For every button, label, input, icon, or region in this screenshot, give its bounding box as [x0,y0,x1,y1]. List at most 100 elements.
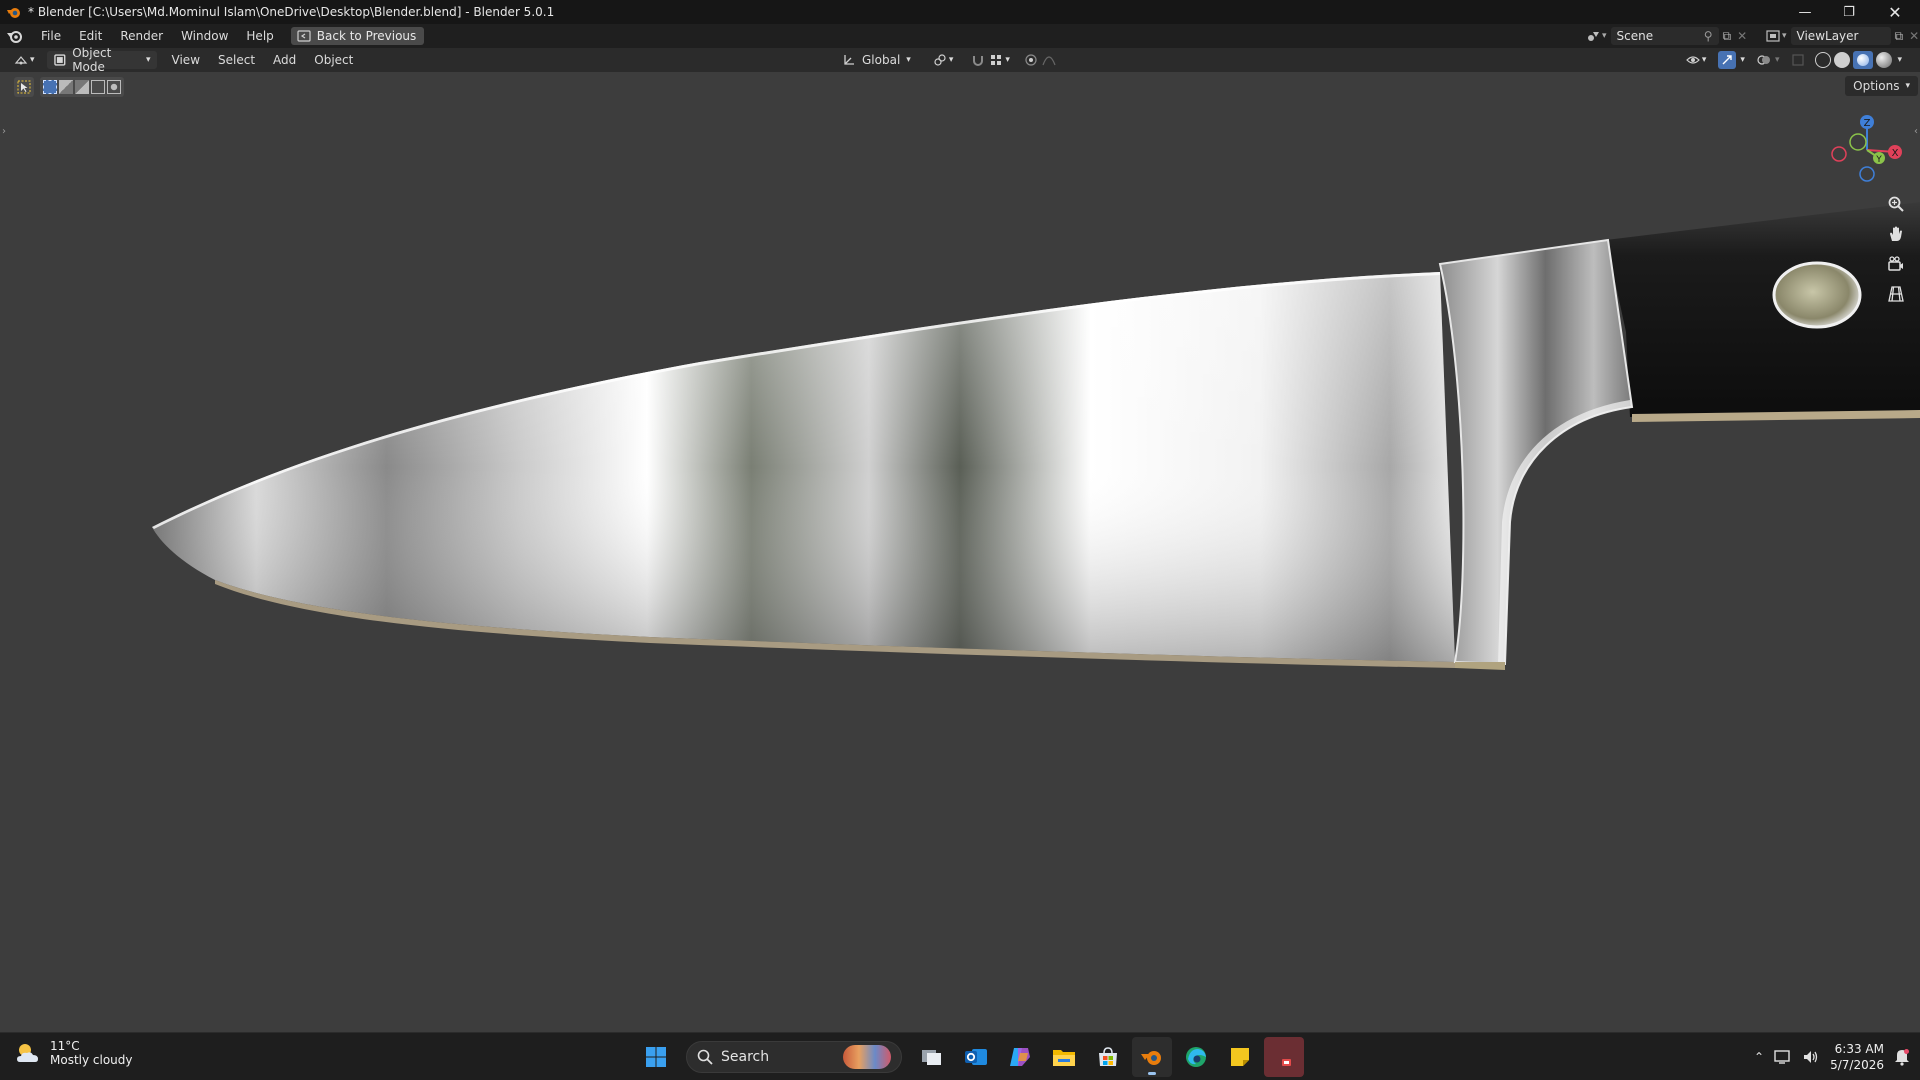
pan-button[interactable] [1884,222,1908,246]
rendered-shading-icon[interactable] [1876,52,1893,68]
xray-toggle[interactable] [1789,51,1807,69]
scene-selector[interactable]: ▾ Scene ⚲ ⧉ ✕ [1586,27,1747,45]
notification-bell-icon[interactable] [1894,1048,1910,1066]
options-dropdown-icon: ▾ [1905,81,1910,91]
options-dropdown[interactable]: Options ▾ [1845,76,1918,96]
clock[interactable]: 6:33 AM 5/7/2026 [1830,1041,1884,1073]
task-view-button[interactable] [912,1037,952,1077]
sticky-note-icon [1231,1048,1249,1066]
view-layer-dropdown-icon: ▾ [1782,31,1787,41]
menu-help[interactable]: Help [237,24,282,48]
proportional-editing-icon [1025,54,1037,66]
copilot-app[interactable] [1000,1037,1040,1077]
volume-icon[interactable] [1802,1049,1820,1065]
show-hidden-icons-chevron[interactable]: ⌃ [1754,1050,1764,1064]
object-visibility-dropdown[interactable]: ▾ [1684,51,1709,69]
copilot-icon [1010,1048,1030,1066]
viewport-menu-select[interactable]: Select [209,48,264,72]
new-scene-icon[interactable]: ⧉ [1723,29,1732,44]
menu-edit[interactable]: Edit [70,24,111,48]
weather-widget[interactable]: 11°C Mostly cloudy [14,1039,133,1067]
select-intersect-icon[interactable] [107,80,121,94]
material-preview-shading-icon[interactable] [1853,51,1874,69]
edge-app[interactable] [1176,1037,1216,1077]
viewport-menu-view[interactable]: View [163,48,209,72]
sidebar-expand-icon[interactable]: ‹ [1914,126,1918,137]
3d-viewport[interactable]: › ‹ Z Y X [0,72,1920,1032]
back-to-previous-button[interactable]: Back to Previous [290,27,425,45]
proportional-editing-toggle[interactable] [1022,51,1058,69]
outlook-app[interactable] [956,1037,996,1077]
view-layer-selector[interactable]: ▾ ViewLayer ⧉ ✕ [1766,27,1919,45]
navigation-gizmo[interactable]: Z Y X [1822,108,1912,198]
menu-render[interactable]: Render [111,24,172,48]
snap-magnet-icon [973,56,984,66]
orientation-axes-icon [844,55,854,65]
transform-orientation-dropdown[interactable]: Global ▾ [836,51,917,69]
solid-shading-icon[interactable] [1834,52,1851,68]
overlays-icon [1757,55,1770,65]
scene-name-field[interactable]: Scene ⚲ [1610,27,1719,45]
search-icon [697,1049,713,1065]
restore-button[interactable]: ❐ [1826,0,1872,24]
remove-view-layer-icon[interactable]: ✕ [1909,29,1919,43]
shading-dropdown-icon[interactable]: ▾ [1897,55,1902,65]
object-mode-dropdown[interactable]: Object Mode ▾ [46,46,157,74]
taskbar-apps: Search [636,1037,1304,1077]
minimize-icon: — [1798,4,1812,20]
zoom-button[interactable] [1884,192,1908,216]
select-new-icon[interactable] [43,80,57,94]
remove-scene-icon[interactable]: ✕ [1737,29,1747,43]
search-label: Search [721,1049,770,1065]
select-invert-icon[interactable] [91,80,105,94]
perspective-toggle-button[interactable] [1884,282,1908,306]
blender-logo-icon[interactable] [6,28,24,44]
falloff-curve-icon [1042,56,1056,66]
overlays-toggle[interactable]: ▾ [1755,51,1782,69]
options-label: Options [1853,79,1900,93]
transform-orientation-label: Global [862,53,901,67]
shading-mode-buttons: ▾ [1815,51,1902,69]
minimize-button[interactable]: — [1782,0,1828,24]
blender-taskbar-app[interactable] [1132,1037,1172,1077]
file-explorer-app[interactable] [1044,1037,1084,1077]
wireframe-shading-icon[interactable] [1815,52,1832,68]
menu-file[interactable]: File [32,24,70,48]
taskbar-search[interactable]: Search [686,1041,902,1073]
knife-handle[interactable] [1606,202,1920,417]
select-tool-button[interactable] [14,77,34,97]
microsoft-store-app[interactable] [1088,1037,1128,1077]
knife-model[interactable] [0,72,1920,1032]
new-view-layer-icon[interactable]: ⧉ [1895,29,1904,44]
sticky-notes-app[interactable] [1220,1037,1260,1077]
blender-app-icon [7,8,20,18]
editor-type-button[interactable]: ▾ [8,51,41,69]
viewport-menu-object[interactable]: Object [305,48,362,72]
handle-rivet[interactable] [1772,261,1862,329]
pivot-point-icon [934,54,946,66]
pin-icon[interactable]: ⚲ [1704,29,1713,43]
menu-window[interactable]: Window [172,24,237,48]
select-subtract-icon[interactable] [75,80,89,94]
screen-capture-app[interactable] [1264,1037,1304,1077]
viewport-menu-add[interactable]: Add [264,48,305,72]
close-icon: ✕ [1888,2,1902,22]
restore-icon: ❐ [1843,4,1855,20]
close-window-button[interactable]: ✕ [1872,0,1918,24]
view-layer-name-field[interactable]: ViewLayer [1790,27,1891,45]
select-extend-icon[interactable] [59,80,73,94]
store-bag-icon [1099,1047,1117,1066]
camera-icon [1888,256,1903,271]
toolbar-expand-icon[interactable]: › [2,126,6,137]
pivot-point-dropdown[interactable]: ▾ [927,51,960,69]
start-button[interactable] [636,1037,676,1077]
eye-icon [1686,56,1700,64]
gizmo-y-label: Y [1875,155,1882,165]
system-tray: ⌃ 6:33 AM 5/7/2026 [1754,1037,1910,1077]
camera-view-button[interactable] [1884,252,1908,276]
snap-toggle[interactable]: ▾ [969,51,1012,69]
network-monitor-icon[interactable] [1774,1049,1792,1065]
gizmo-toggle[interactable]: ▾ [1716,51,1747,69]
snipping-tool-icon [1282,1059,1291,1066]
tool-settings-row [14,76,124,98]
